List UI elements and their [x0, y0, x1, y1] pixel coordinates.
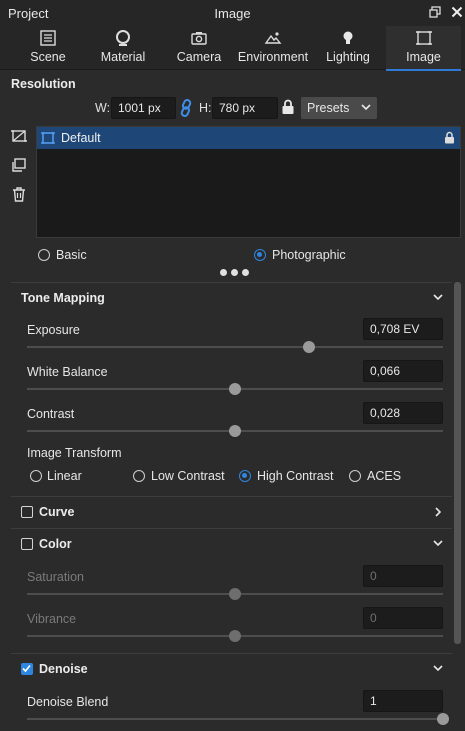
presets-dropdown[interactable]: Presets — [301, 97, 377, 119]
width-input[interactable]: 1001 px — [111, 97, 176, 119]
scrollbar[interactable] — [454, 282, 461, 644]
saturation-slider-thumb[interactable] — [229, 588, 241, 600]
image-frame-icon — [41, 131, 55, 145]
lock-icon[interactable] — [281, 99, 295, 118]
contrast-label: Contrast — [27, 407, 75, 421]
tab-image[interactable]: Image — [386, 26, 461, 71]
tab-label: Scene — [30, 50, 66, 64]
chevron-down-icon — [361, 101, 371, 116]
divider — [11, 496, 452, 497]
tab-label: Camera — [176, 50, 222, 64]
tab-label: Lighting — [326, 50, 370, 64]
tone-mapping-title[interactable]: Tone Mapping — [21, 291, 105, 305]
tab-label: Image — [406, 50, 441, 64]
radio-basic-label: Basic — [56, 248, 87, 262]
curve-checkbox[interactable] — [21, 506, 33, 518]
width-label: W: — [95, 101, 111, 115]
chevron-down-icon[interactable] — [433, 291, 443, 306]
divider — [11, 528, 452, 529]
divider — [11, 653, 452, 654]
tab-label: Material — [100, 50, 146, 64]
preset-name: Default — [61, 131, 101, 145]
tab-label: Environment — [237, 50, 309, 64]
chevron-down-icon[interactable] — [433, 662, 443, 677]
scene-list-icon — [40, 30, 56, 46]
white-balance-input[interactable]: 0,066 — [363, 360, 443, 382]
tab-material[interactable]: Material — [92, 26, 154, 70]
presets-label: Presets — [307, 101, 350, 115]
radio-linear-label: Linear — [47, 469, 82, 483]
radio-high-contrast[interactable] — [239, 470, 251, 482]
close-icon[interactable] — [449, 4, 465, 20]
divider — [11, 282, 452, 283]
white-balance-label: White Balance — [27, 365, 108, 379]
lock-icon — [444, 131, 455, 147]
tab-camera[interactable]: Camera — [170, 26, 228, 70]
height-label: H: — [199, 101, 212, 115]
radio-low-contrast[interactable] — [133, 470, 145, 482]
radio-aces-label: ACES — [367, 469, 402, 483]
exposure-slider-track[interactable] — [27, 346, 443, 348]
vibrance-label: Vibrance — [27, 612, 77, 626]
tab-environment[interactable]: Environment — [236, 26, 310, 70]
chevron-right-icon[interactable] — [433, 506, 443, 521]
exposure-input[interactable]: 0,708 EV — [363, 318, 443, 340]
link-aspect-icon[interactable] — [179, 99, 193, 120]
radio-photographic-label: Photographic — [272, 248, 346, 262]
title-bar: Project Image — [0, 0, 465, 26]
saturation-label: Saturation — [27, 570, 84, 584]
contrast-input[interactable]: 0,028 — [363, 402, 443, 424]
height-input[interactable]: 780 px — [212, 97, 278, 119]
color-title[interactable]: Color — [39, 537, 72, 551]
image-frame-icon — [415, 31, 432, 45]
tab-lighting[interactable]: Lighting — [320, 26, 376, 70]
light-bulb-icon — [343, 31, 353, 44]
denoise-blend-input[interactable]: 1 — [363, 690, 443, 712]
radio-linear[interactable] — [30, 470, 42, 482]
white-balance-slider-thumb[interactable] — [229, 383, 241, 395]
delete-preset-icon[interactable] — [11, 186, 27, 205]
denoise-blend-slider-track[interactable] — [27, 718, 443, 720]
exposure-slider-thumb[interactable] — [303, 341, 316, 353]
more-options-icon[interactable] — [220, 269, 249, 276]
curve-title[interactable]: Curve — [39, 505, 74, 519]
denoise-checkbox[interactable] — [21, 663, 33, 675]
color-checkbox[interactable] — [21, 538, 33, 550]
preset-list: Default — [36, 126, 461, 238]
radio-low-contrast-label: Low Contrast — [151, 469, 225, 483]
chevron-down-icon[interactable] — [433, 537, 443, 552]
image-transform-label: Image Transform — [27, 446, 122, 460]
denoise-blend-label: Denoise Blend — [27, 695, 109, 709]
radio-high-contrast-label: High Contrast — [257, 469, 334, 483]
material-sphere-icon — [116, 30, 130, 46]
project-title[interactable]: Project — [8, 6, 48, 21]
restore-window-icon[interactable] — [427, 4, 443, 20]
exposure-label: Exposure — [27, 323, 80, 337]
saturation-input[interactable]: 0 — [363, 565, 443, 587]
denoise-blend-slider-thumb[interactable] — [437, 713, 449, 725]
duplicate-preset-icon[interactable] — [11, 157, 27, 176]
add-preset-icon[interactable] — [11, 128, 27, 147]
tab-bar: Scene Material Camera Environment Lighti… — [0, 26, 465, 71]
environment-icon — [264, 32, 282, 44]
vibrance-input[interactable]: 0 — [363, 607, 443, 629]
camera-icon — [191, 32, 207, 45]
resolution-section-label: Resolution — [11, 77, 76, 91]
vibrance-slider-thumb[interactable] — [229, 630, 241, 642]
radio-photographic[interactable] — [254, 249, 266, 261]
radio-aces[interactable] — [349, 470, 361, 482]
panel-title: Image — [214, 6, 251, 21]
radio-basic[interactable] — [38, 249, 50, 261]
list-item[interactable]: Default — [37, 127, 460, 149]
tab-scene[interactable]: Scene — [18, 26, 78, 70]
denoise-title[interactable]: Denoise — [39, 662, 88, 676]
checkmark-icon — [22, 664, 31, 673]
contrast-slider-thumb[interactable] — [229, 425, 241, 437]
